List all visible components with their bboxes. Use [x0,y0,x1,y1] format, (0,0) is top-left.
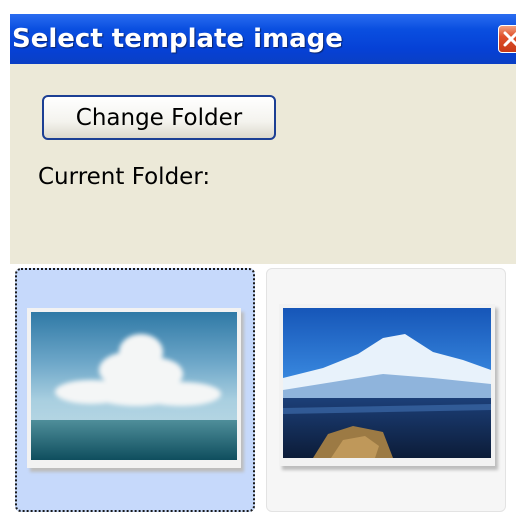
snow-mountain-image [283,308,491,458]
thumbnail-frame [279,304,495,466]
window-title: Select template image [12,24,343,54]
thumbnail-frame [27,308,241,468]
close-button[interactable] [498,25,516,53]
image-gallery [10,264,516,519]
cloud-sky-ocean-image [31,312,237,460]
select-template-dialog: Select template image Change Folder Curr… [0,0,516,519]
thumbnail-item-mountain[interactable] [266,268,506,512]
folder-panel: Change Folder Current Folder: [10,64,516,264]
title-bar[interactable]: Select template image [10,14,516,64]
change-folder-button[interactable]: Change Folder [42,95,276,140]
close-icon [503,31,516,47]
thumbnail-item-clouds[interactable] [15,268,255,512]
current-folder-label: Current Folder: [38,164,211,190]
